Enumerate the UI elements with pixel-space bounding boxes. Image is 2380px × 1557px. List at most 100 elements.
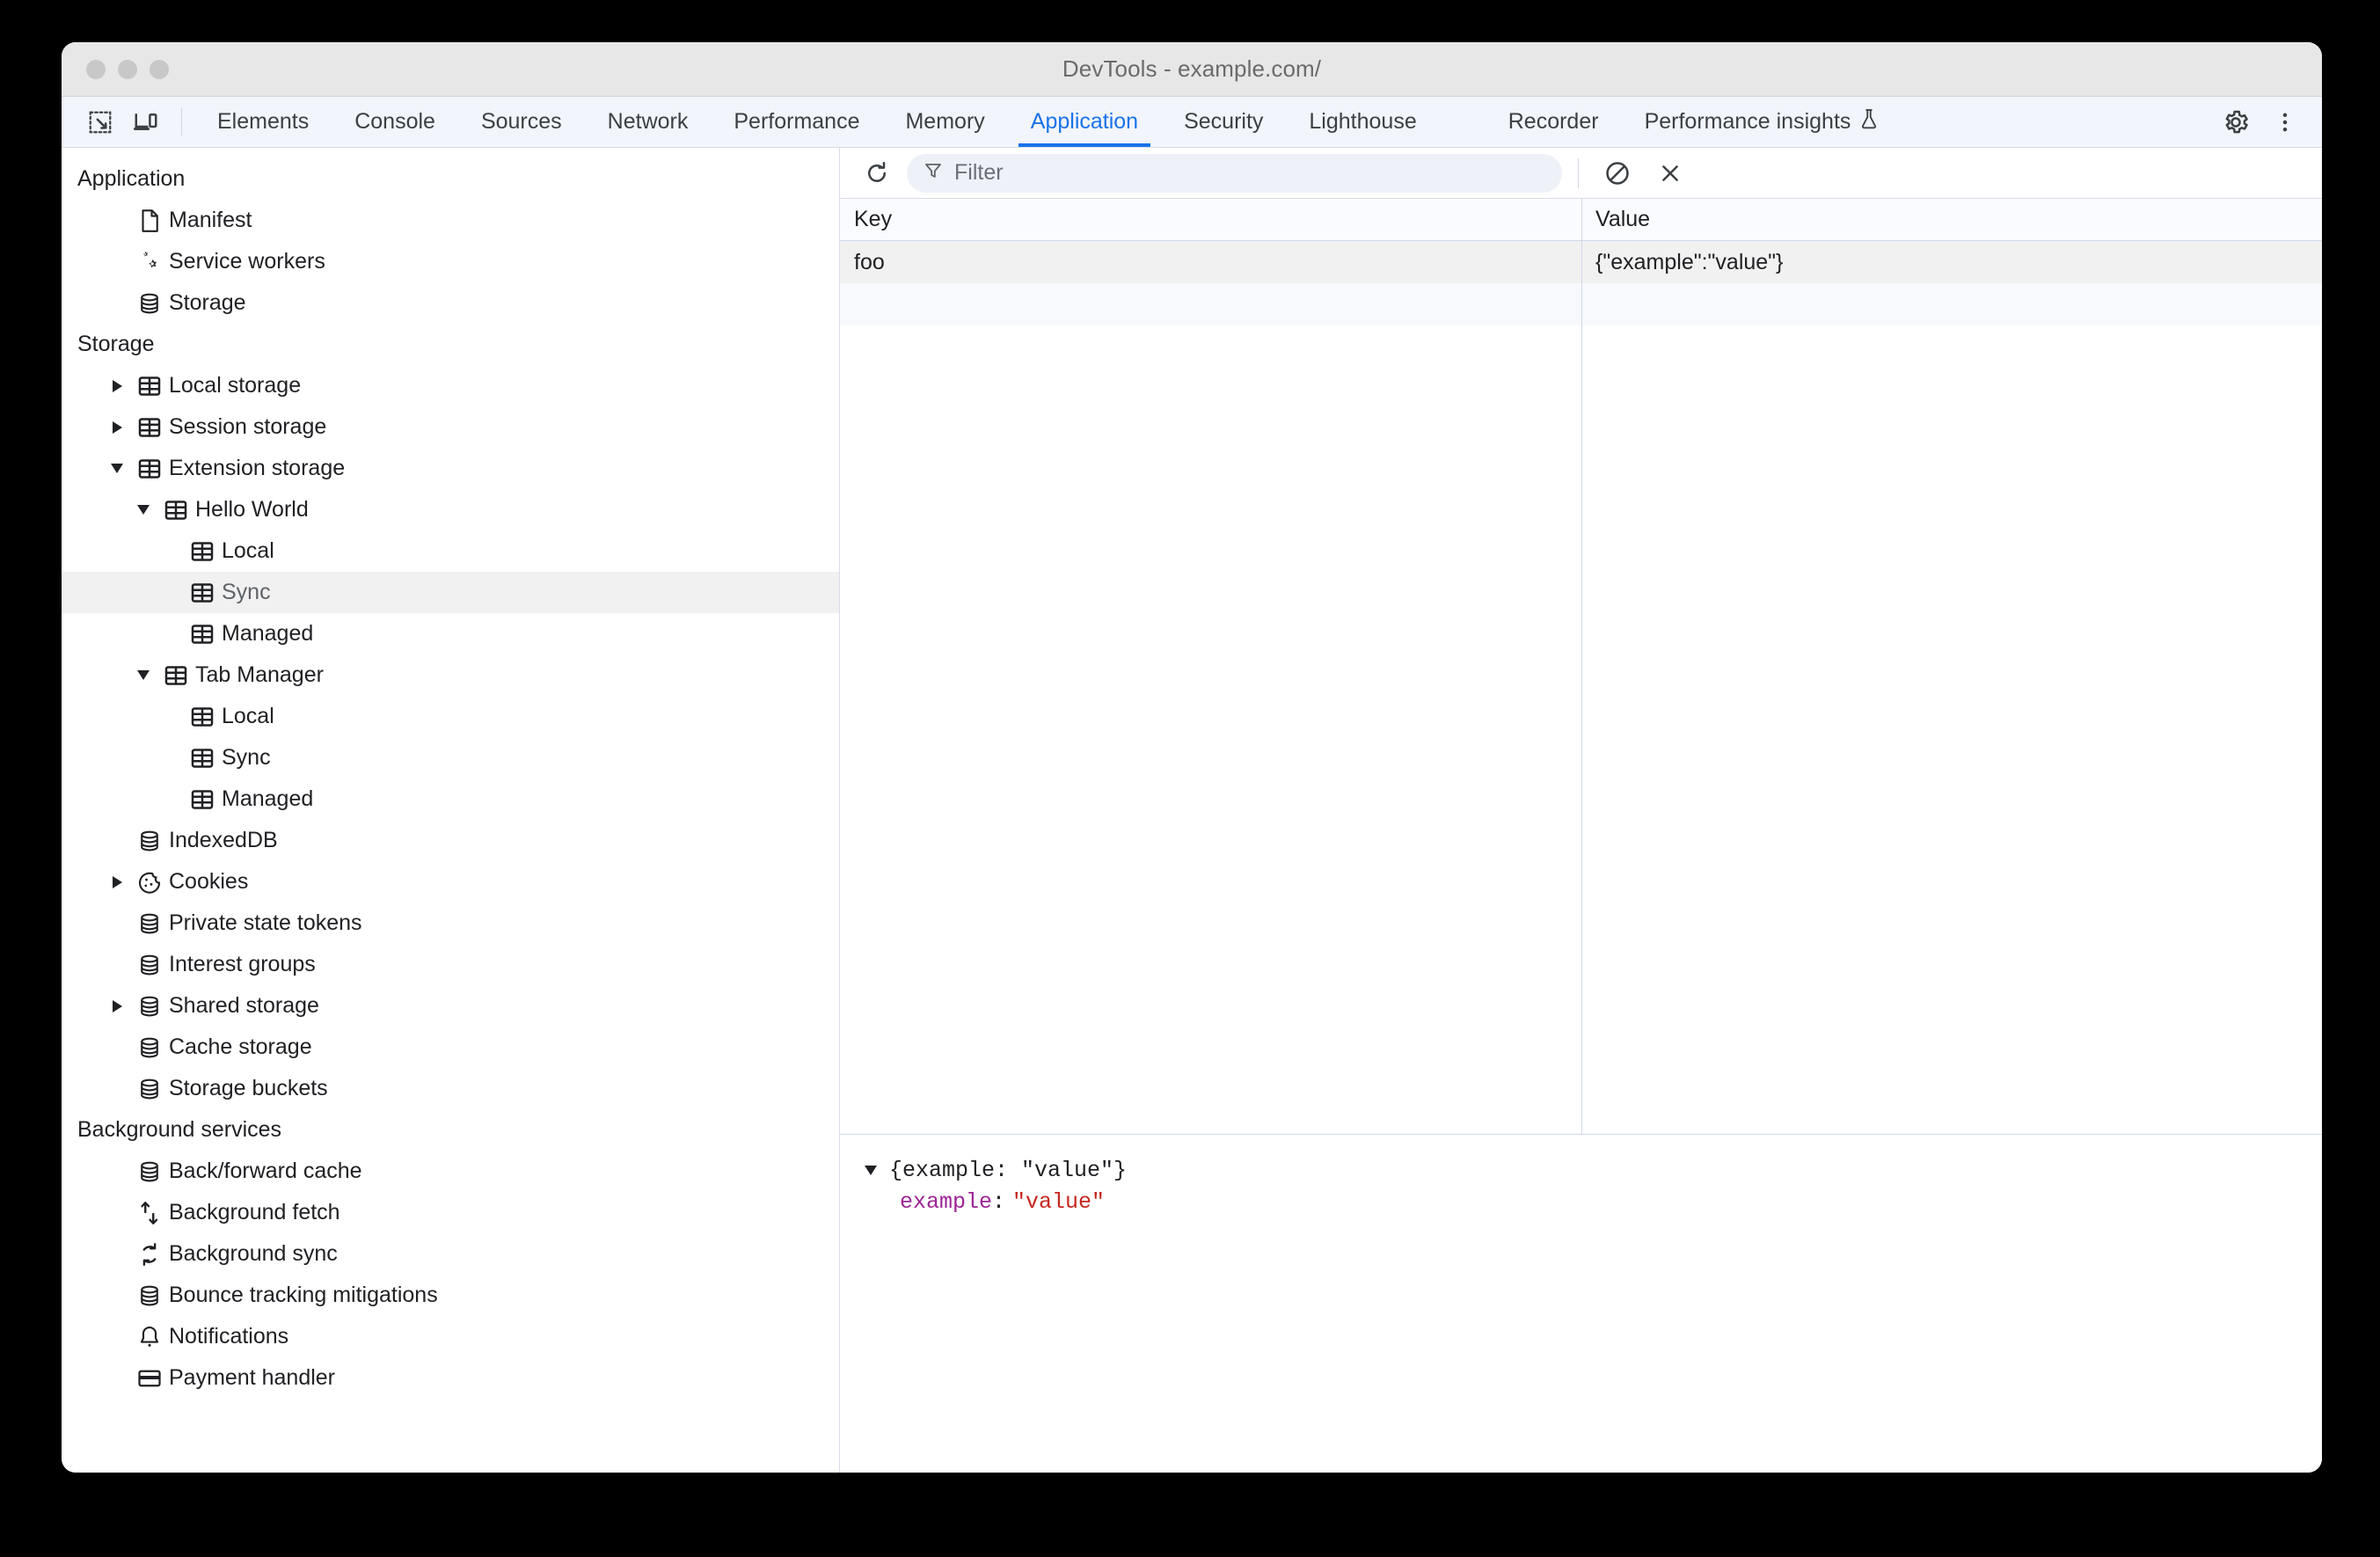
database-icon: [130, 910, 169, 937]
main-panel: Key Value foo{"example":"value"} {exampl…: [840, 148, 2322, 1473]
cell-key: [840, 283, 1581, 325]
sidebar-item-notifications[interactable]: Notifications: [62, 1316, 839, 1357]
sidebar-item-cache-storage[interactable]: Cache storage: [62, 1027, 839, 1068]
sidebar-item-private-state-tokens[interactable]: Private state tokens: [62, 903, 839, 944]
sidebar-item-background-sync[interactable]: Background sync: [62, 1233, 839, 1275]
column-header-value[interactable]: Value: [1581, 199, 2322, 240]
sidebar-item-local[interactable]: Local: [62, 530, 839, 572]
chevron-right-icon[interactable]: [104, 875, 130, 888]
sidebar-item-label: Back/forward cache: [169, 1159, 362, 1183]
tab-recorder[interactable]: Recorder: [1486, 97, 1622, 147]
close-window-button[interactable]: [86, 59, 106, 79]
sidebar-item-indexeddb[interactable]: IndexedDB: [62, 820, 839, 861]
preview-property-line[interactable]: example: "value": [859, 1186, 2322, 1217]
tab-application[interactable]: Application: [1008, 97, 1161, 147]
sidebar-item-label: Tab Manager: [195, 662, 324, 687]
tab-network[interactable]: Network: [585, 97, 712, 147]
sidebar-item-back-forward-cache[interactable]: Back/forward cache: [62, 1151, 839, 1192]
sidebar-item-bounce-tracking-mitigations[interactable]: Bounce tracking mitigations: [62, 1275, 839, 1316]
chevron-down-icon[interactable]: [130, 670, 157, 680]
table-icon: [183, 786, 222, 813]
preview-expand-triangle-icon[interactable]: [859, 1165, 882, 1175]
sidebar-item-label: Shared storage: [169, 993, 319, 1018]
tab-label: Sources: [480, 109, 562, 134]
filter-field[interactable]: [907, 153, 1562, 193]
chevron-right-icon[interactable]: [104, 999, 130, 1012]
database-icon: [130, 1076, 169, 1102]
preview-separator: :: [992, 1188, 1006, 1215]
inspect-cursor-icon[interactable]: [77, 97, 123, 147]
window-title: DevTools - example.com/: [1062, 55, 1322, 82]
sidebar-item-storage[interactable]: Storage: [62, 282, 839, 324]
sidebar-item-sync[interactable]: Sync: [62, 572, 839, 613]
application-sidebar[interactable]: Application Manifest Service workers Storag…: [62, 148, 840, 1473]
sidebar-item-managed[interactable]: Managed: [62, 613, 839, 654]
sidebar-item-tab-manager[interactable]: Tab Manager: [62, 654, 839, 696]
tabbar-right-tools: [2189, 97, 2310, 147]
column-resize-handle[interactable]: [1581, 199, 1582, 1134]
document-icon: [130, 208, 169, 234]
sidebar-item-label: Storage buckets: [169, 1076, 328, 1100]
cell-key[interactable]: foo: [840, 241, 1581, 283]
tab-performance[interactable]: Performance: [711, 97, 882, 147]
sidebar-item-storage-buckets[interactable]: Storage buckets: [62, 1068, 839, 1109]
cell-value[interactable]: {"example":"value"}: [1581, 241, 2322, 283]
sidebar-item-payment-handler[interactable]: Payment handler: [62, 1357, 839, 1399]
sidebar-item-manifest[interactable]: Manifest: [62, 200, 839, 241]
chevron-right-icon[interactable]: [104, 420, 130, 434]
tab-elements[interactable]: Elements: [194, 97, 332, 147]
column-header-key[interactable]: Key: [840, 199, 1581, 240]
sidebar-item-shared-storage[interactable]: Shared storage: [62, 985, 839, 1027]
close-x-icon[interactable]: [1647, 150, 1693, 196]
sidebar-item-label: Cookies: [169, 869, 249, 894]
sidebar-item-cookies[interactable]: Cookies: [62, 861, 839, 903]
preview-property-name: example: [900, 1188, 993, 1215]
sidebar-item-service-workers[interactable]: Service workers: [62, 241, 839, 282]
bell-icon: [130, 1324, 169, 1350]
refresh-icon[interactable]: [854, 150, 900, 196]
sidebar-item-hello-world[interactable]: Hello World: [62, 489, 839, 530]
sidebar-item-interest-groups[interactable]: Interest groups: [62, 944, 839, 985]
tab-lighthouse[interactable]: Lighthouse: [1286, 97, 1439, 147]
table-icon: [183, 580, 222, 606]
filter-input[interactable]: [954, 160, 1546, 186]
sidebar-item-session-storage[interactable]: Session storage: [62, 406, 839, 448]
sidebar-item-local-storage[interactable]: Local storage: [62, 365, 839, 406]
tab-memory[interactable]: Memory: [882, 97, 1007, 147]
tab-console[interactable]: Console: [332, 97, 458, 147]
minimize-window-button[interactable]: [118, 59, 137, 79]
table-icon: [130, 456, 169, 482]
maximize-window-button[interactable]: [150, 59, 169, 79]
sidebar-item-local[interactable]: Local: [62, 696, 839, 737]
sidebar-item-sync[interactable]: Sync: [62, 737, 839, 778]
toolbar-divider: [181, 108, 182, 135]
tab-sources[interactable]: Sources: [458, 97, 585, 147]
sidebar-item-label: Interest groups: [169, 952, 316, 976]
chevron-down-icon[interactable]: [130, 505, 157, 515]
more-vertical-icon[interactable]: [2260, 98, 2310, 147]
storage-table[interactable]: Key Value foo {"example":"value"}: [840, 199, 2322, 1134]
preview-root-line[interactable]: {example: "value"}: [859, 1154, 2322, 1186]
gear-icon[interactable]: [2211, 98, 2260, 147]
tab-security[interactable]: Security: [1161, 97, 1286, 147]
device-toolbar-icon[interactable]: [123, 97, 169, 147]
preview-root-text: {example: "value"}: [889, 1157, 1128, 1183]
tab-spacer: [1440, 97, 1486, 147]
clear-all-icon[interactable]: [1595, 150, 1640, 196]
tab-label: Performance insights: [1644, 109, 1851, 134]
sidebar-item-label: Local storage: [169, 373, 302, 398]
sidebar-item-background-fetch[interactable]: Background fetch: [62, 1192, 839, 1233]
devtools-tabbar: Elements Console Sources Network Performance…: [62, 97, 2322, 148]
tab-label: Performance: [734, 109, 860, 134]
chevron-right-icon[interactable]: [104, 379, 130, 392]
sidebar-item-label: Private state tokens: [169, 910, 362, 935]
tab-performance-insights[interactable]: Performance insights: [1622, 97, 1904, 147]
database-icon: [130, 993, 169, 1020]
tab-label: Network: [607, 109, 689, 134]
database-icon: [130, 1159, 169, 1185]
sidebar-item-extension-storage[interactable]: Extension storage: [62, 448, 839, 489]
sidebar-item-managed[interactable]: Managed: [62, 778, 839, 820]
table-icon: [157, 662, 195, 689]
storage-toolbar: [840, 148, 2322, 199]
chevron-down-icon[interactable]: [104, 464, 130, 473]
